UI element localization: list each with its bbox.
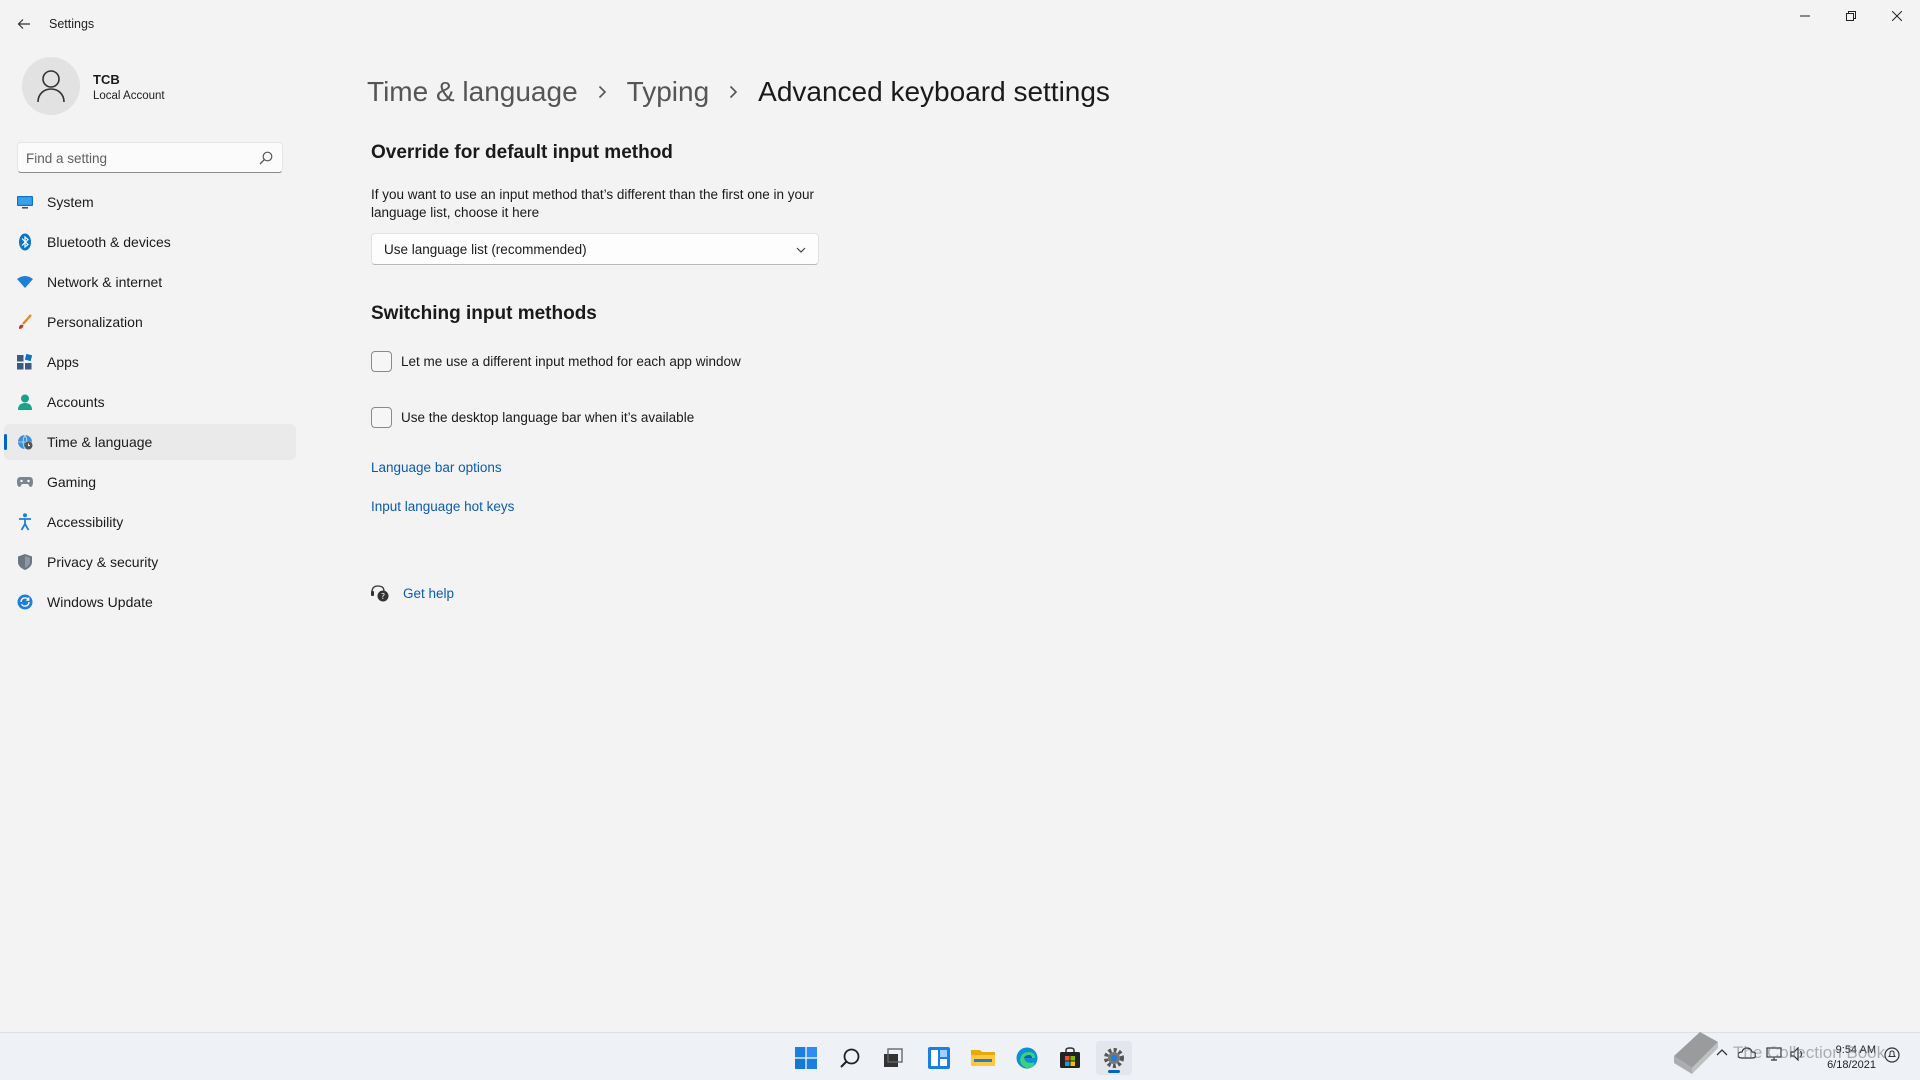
back-button[interactable] xyxy=(12,10,36,38)
sidebar-item-accessibility[interactable]: Accessibility xyxy=(4,504,296,540)
brush-icon xyxy=(16,313,34,331)
sidebar-item-label: Bluetooth & devices xyxy=(47,234,171,250)
widgets-button[interactable] xyxy=(921,1041,957,1075)
search-box[interactable] xyxy=(17,142,283,173)
dropdown-selected-value: Use language list (recommended) xyxy=(384,241,587,257)
account-type: Local Account xyxy=(93,90,165,102)
sidebar-item-label: Apps xyxy=(47,354,79,370)
close-icon xyxy=(1892,11,1902,21)
sidebar-item-accounts[interactable]: Accounts xyxy=(4,384,296,420)
sidebar-item-label: System xyxy=(47,194,94,210)
search-input[interactable] xyxy=(26,147,246,169)
user-name: TCB xyxy=(93,72,120,87)
sidebar-item-personalization[interactable]: Personalization xyxy=(4,304,296,340)
sidebar-nav: System Bluetooth & devices Network & int… xyxy=(4,184,296,624)
language-bar-options-link[interactable]: Language bar options xyxy=(371,460,502,475)
sidebar-item-label: Gaming xyxy=(47,474,97,490)
update-icon xyxy=(16,593,34,611)
sidebar-item-bluetooth[interactable]: Bluetooth & devices xyxy=(4,224,296,260)
close-button[interactable] xyxy=(1874,0,1920,32)
taskbar: 9:54 AM 6/18/2021 xyxy=(0,1032,1920,1080)
search-icon[interactable] xyxy=(258,150,274,166)
app-title: Settings xyxy=(49,17,95,31)
override-section-title: Override for default input method xyxy=(371,142,673,163)
avatar[interactable] xyxy=(22,57,80,115)
notifications-button[interactable] xyxy=(1884,1047,1900,1063)
breadcrumb: Time & language Typing Advanced keyboard… xyxy=(367,76,1110,108)
file-explorer-icon xyxy=(971,1050,995,1066)
shield-icon xyxy=(16,553,34,571)
back-arrow-icon xyxy=(17,19,30,29)
edge-button[interactable] xyxy=(1009,1041,1045,1075)
edge-icon xyxy=(1016,1047,1038,1069)
search-icon xyxy=(840,1048,860,1068)
minimize-icon xyxy=(1800,15,1810,17)
desktop-language-bar-option[interactable]: Use the desktop language bar when it’s a… xyxy=(371,407,694,428)
sidebar-item-label: Time & language xyxy=(47,434,153,450)
sidebar-item-gaming[interactable]: Gaming xyxy=(4,464,296,500)
sidebar-item-label: Privacy & security xyxy=(47,554,159,570)
override-description: If you want to use an input method that’… xyxy=(371,187,815,220)
breadcrumb-time-language[interactable]: Time & language xyxy=(367,76,578,108)
apps-icon xyxy=(16,353,34,371)
notification-icon xyxy=(1884,1047,1900,1063)
store-icon xyxy=(1060,1047,1080,1068)
widgets-icon xyxy=(928,1047,950,1069)
watermark-text: The Collection Book xyxy=(1733,1043,1886,1062)
desktop-language-bar-label: Use the desktop language bar when it’s a… xyxy=(401,410,695,425)
page-title: Advanced keyboard settings xyxy=(758,76,1110,107)
input-language-hot-keys-link[interactable]: Input language hot keys xyxy=(371,499,514,514)
help-icon: ? xyxy=(371,585,389,602)
restore-button[interactable] xyxy=(1828,0,1874,32)
per-app-input-checkbox[interactable] xyxy=(371,351,392,372)
user-icon xyxy=(37,70,65,103)
taskbar-search-button[interactable] xyxy=(832,1041,868,1075)
sidebar-item-time-language[interactable]: Time & language xyxy=(4,424,296,460)
store-button[interactable] xyxy=(1052,1041,1088,1075)
gamepad-icon xyxy=(16,473,34,491)
start-button[interactable] xyxy=(788,1041,824,1075)
get-help-label: Get help xyxy=(403,585,455,601)
sidebar-item-label: Personalization xyxy=(47,314,143,330)
sidebar-item-privacy[interactable]: Privacy & security xyxy=(4,544,296,580)
sidebar-item-network[interactable]: Network & internet xyxy=(4,264,296,300)
svg-text:?: ? xyxy=(381,592,385,601)
sidebar-item-apps[interactable]: Apps xyxy=(4,344,296,380)
task-view-button[interactable] xyxy=(875,1041,911,1075)
settings-icon xyxy=(1104,1048,1124,1068)
chevron-right-icon xyxy=(729,85,738,99)
sidebar-item-label: Accounts xyxy=(47,394,105,410)
desktop-language-bar-checkbox[interactable] xyxy=(371,407,392,428)
title-bar: Settings xyxy=(0,0,1920,48)
get-help[interactable]: ? Get help xyxy=(371,584,454,602)
monitor-icon xyxy=(16,193,34,211)
switching-section-title: Switching input methods xyxy=(371,303,597,324)
sidebar-item-system[interactable]: System xyxy=(4,184,296,220)
globe-clock-icon xyxy=(16,433,34,451)
person-icon xyxy=(16,393,34,411)
per-app-input-label: Let me use a different input method for … xyxy=(401,354,741,369)
accessibility-icon xyxy=(16,513,34,531)
bluetooth-icon xyxy=(16,233,34,251)
file-explorer-button[interactable] xyxy=(965,1041,1001,1075)
start-icon xyxy=(795,1047,817,1069)
sidebar-item-label: Network & internet xyxy=(47,274,163,290)
sidebar-item-label: Windows Update xyxy=(47,594,153,610)
task-view-icon xyxy=(884,1048,903,1067)
sidebar-item-windows-update[interactable]: Windows Update xyxy=(4,584,296,620)
minimize-button[interactable] xyxy=(1782,0,1828,32)
restore-icon xyxy=(1846,11,1856,21)
active-app-indicator xyxy=(1108,1070,1120,1073)
breadcrumb-typing[interactable]: Typing xyxy=(627,76,710,108)
wifi-icon xyxy=(16,273,34,291)
input-method-dropdown[interactable]: Use language list (recommended) xyxy=(371,233,819,265)
chevron-down-icon xyxy=(796,247,806,253)
per-app-input-option[interactable]: Let me use a different input method for … xyxy=(371,351,741,372)
book-watermark-icon xyxy=(1674,1032,1718,1074)
chevron-right-icon xyxy=(598,85,607,99)
settings-taskbar-button[interactable] xyxy=(1096,1041,1132,1075)
sidebar-item-label: Accessibility xyxy=(47,514,124,530)
